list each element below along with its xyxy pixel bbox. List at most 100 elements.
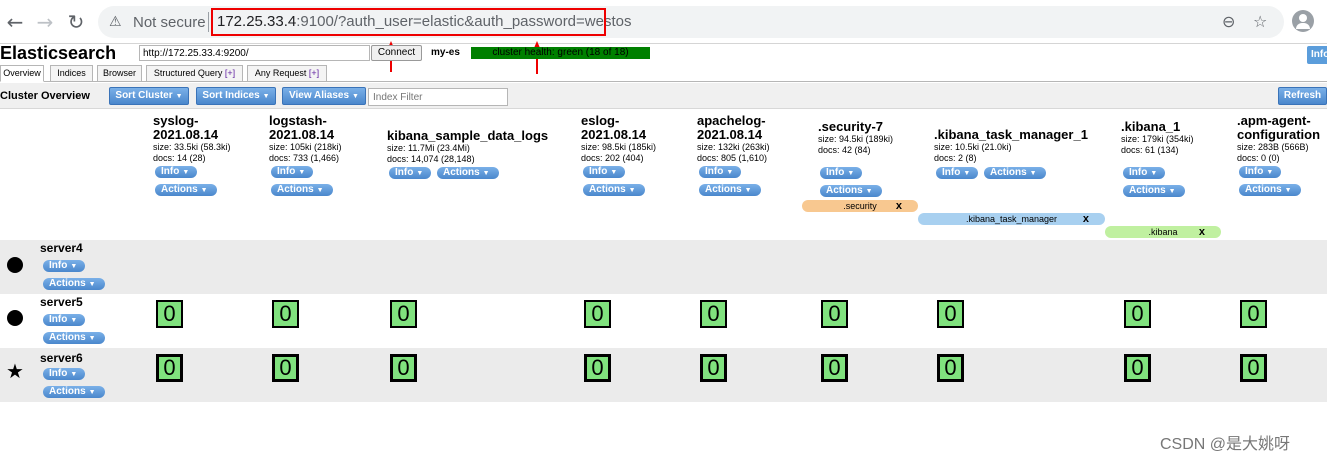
caret-down-icon: ▼ xyxy=(963,170,971,177)
index-filter-input[interactable] xyxy=(368,88,508,106)
index-docs: docs: 61 (134) xyxy=(1121,145,1179,155)
pill-label: Actions xyxy=(990,167,1027,178)
index-actions-button[interactable]: Actions ▼ xyxy=(437,167,499,179)
caret-down-icon: ▼ xyxy=(70,371,78,378)
node-info-button[interactable]: Info ▼ xyxy=(43,260,85,272)
index-name: .security-7 xyxy=(818,119,884,134)
index-size: size: 105ki (218ki) xyxy=(269,142,342,152)
alias-kibana-task-manager[interactable]: .kibana_task_manager x xyxy=(918,213,1105,225)
shard-cell[interactable]: 0 xyxy=(937,300,964,328)
index-actions-button[interactable]: Actions ▼ xyxy=(820,185,882,197)
tab-any-request[interactable]: Any Request [+] xyxy=(247,65,327,82)
shard-cell[interactable]: 0 xyxy=(272,300,299,328)
caret-down-icon: ▼ xyxy=(262,93,270,100)
reload-icon[interactable]: ↻ xyxy=(63,9,89,35)
host-url-input[interactable] xyxy=(139,45,370,61)
shard-cell[interactable]: 0 xyxy=(1240,354,1267,382)
caret-down-icon: ▼ xyxy=(416,170,424,177)
index-docs: docs: 14 (28) xyxy=(153,153,206,163)
shard-cell[interactable]: 0 xyxy=(700,300,727,328)
index-info-button[interactable]: Info ▼ xyxy=(583,166,625,178)
connect-button[interactable]: Connect xyxy=(371,45,422,61)
pill-label: Actions xyxy=(161,184,198,195)
node-info-button[interactable]: Info ▼ xyxy=(43,368,85,380)
tab-label: Overview xyxy=(3,68,41,78)
shard-cell[interactable]: 0 xyxy=(821,354,848,382)
pill-label: Actions xyxy=(1129,185,1166,196)
shard-cell[interactable]: 0 xyxy=(584,354,611,382)
shard-cell[interactable]: 0 xyxy=(821,300,848,328)
alias-close-icon[interactable]: x xyxy=(896,200,902,212)
caret-down-icon: ▼ xyxy=(628,187,636,194)
tab-overview[interactable]: Overview xyxy=(0,65,44,82)
bookmark-star-icon[interactable]: ☆ xyxy=(1253,12,1267,31)
index-info-button[interactable]: Info ▼ xyxy=(820,167,862,179)
index-info-button[interactable]: Info ▼ xyxy=(936,167,978,179)
shard-cell[interactable]: 0 xyxy=(937,354,964,382)
node-info-button[interactable]: Info ▼ xyxy=(43,314,85,326)
index-actions-button[interactable]: Actions ▼ xyxy=(699,184,761,196)
alias-close-icon[interactable]: x xyxy=(1199,226,1205,238)
index-size: size: 283B (566B) xyxy=(1237,142,1309,152)
index-info-button[interactable]: Info ▼ xyxy=(389,167,431,179)
master-node-circle-icon xyxy=(7,310,23,326)
alias-kibana[interactable]: .kibana x xyxy=(1105,226,1221,238)
index-info-button[interactable]: Info ▼ xyxy=(699,166,741,178)
index-info-button[interactable]: Info ▼ xyxy=(155,166,197,178)
node-row-server4: server4 Info ▼ Actions ▼ xyxy=(0,240,1327,294)
refresh-button[interactable]: Refresh xyxy=(1278,87,1327,105)
shard-cell[interactable]: 0 xyxy=(1240,300,1267,328)
node-actions-button[interactable]: Actions ▼ xyxy=(43,332,105,344)
info-button[interactable]: Info xyxy=(1307,46,1327,64)
tab-browser[interactable]: Browser xyxy=(97,65,142,82)
tab-plus: [+] xyxy=(224,68,236,78)
sort-cluster-button[interactable]: Sort Cluster ▼ xyxy=(109,87,189,105)
zoom-icon[interactable]: ⊖ xyxy=(1222,12,1235,31)
tab-indices[interactable]: Indices xyxy=(50,65,93,82)
index-header: .security-7 size: 94.5ki (189ki) docs: 42 … xyxy=(818,120,893,156)
index-actions-button[interactable]: Actions ▼ xyxy=(583,184,645,196)
index-info-button[interactable]: Info ▼ xyxy=(1123,167,1165,179)
node-actions-button[interactable]: Actions ▼ xyxy=(43,386,105,398)
shard-cell[interactable]: 0 xyxy=(584,300,611,328)
pill-label: Actions xyxy=(49,278,86,289)
index-actions-button[interactable]: Actions ▼ xyxy=(271,184,333,196)
index-actions-button[interactable]: Actions ▼ xyxy=(984,167,1046,179)
index-info-button[interactable]: Info ▼ xyxy=(271,166,313,178)
shard-cell[interactable]: 0 xyxy=(156,300,183,328)
forward-arrow-icon[interactable]: → xyxy=(32,9,58,35)
profile-avatar-icon[interactable] xyxy=(1292,10,1314,32)
caret-down-icon: ▼ xyxy=(175,93,183,100)
index-name: .kibana_1 xyxy=(1121,119,1181,134)
tab-structured-query[interactable]: Structured Query [+] xyxy=(146,65,243,82)
caret-down-icon: ▼ xyxy=(1029,170,1037,177)
index-name: .kibana_task_manager_1 xyxy=(934,127,1088,142)
warning-icon: ⚠ xyxy=(109,14,122,30)
pill-label: Actions xyxy=(49,386,86,397)
shard-cell[interactable]: 0 xyxy=(272,354,299,382)
caret-down-icon: ▼ xyxy=(744,187,752,194)
button-label: Sort Indices xyxy=(202,90,260,101)
sort-indices-button[interactable]: Sort Indices ▼ xyxy=(196,87,276,105)
shard-cell[interactable]: 0 xyxy=(390,300,417,328)
view-aliases-button[interactable]: View Aliases ▼ xyxy=(282,87,366,105)
index-info-button[interactable]: Info ▼ xyxy=(1239,166,1281,178)
back-arrow-icon[interactable]: ← xyxy=(2,9,28,35)
caret-down-icon: ▼ xyxy=(1284,187,1292,194)
alias-label: .kibana_task_manager xyxy=(965,214,1058,224)
index-actions-button[interactable]: Actions ▼ xyxy=(155,184,217,196)
pill-label: Info xyxy=(49,314,68,325)
node-actions-button[interactable]: Actions ▼ xyxy=(43,278,105,290)
index-actions-button[interactable]: Actions ▼ xyxy=(1239,184,1301,196)
shard-cell[interactable]: 0 xyxy=(1124,300,1151,328)
index-name: logstash- 2021.08.14 xyxy=(269,113,335,142)
shard-cell[interactable]: 0 xyxy=(156,354,183,382)
shard-cell[interactable]: 0 xyxy=(390,354,417,382)
index-header: eslog- 2021.08.14 size: 98.5ki (185ki) doc… xyxy=(581,114,656,164)
alias-security[interactable]: .security x xyxy=(802,200,918,212)
alias-close-icon[interactable]: x xyxy=(1083,213,1089,225)
shard-cell[interactable]: 0 xyxy=(700,354,727,382)
shard-cell[interactable]: 0 xyxy=(1124,354,1151,382)
index-actions-button[interactable]: Actions ▼ xyxy=(1123,185,1185,197)
pill-label: Info xyxy=(705,166,724,177)
